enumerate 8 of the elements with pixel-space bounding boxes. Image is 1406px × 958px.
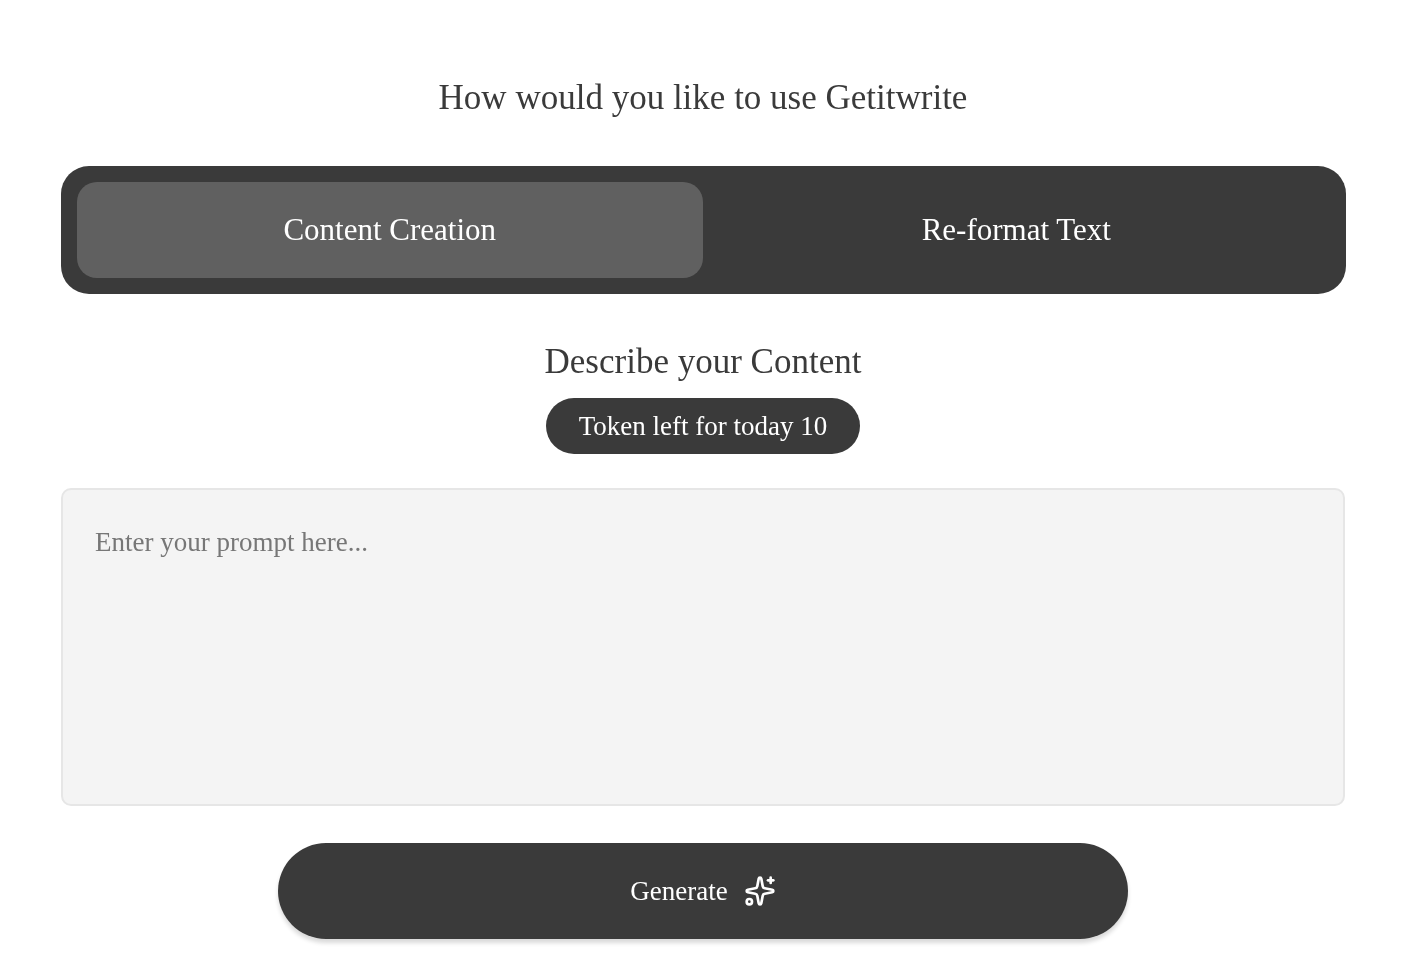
token-badge: Token left for today 10 [545,398,861,454]
page-heading: How would you like to use Getitwrite [438,77,968,119]
mode-tab[interactable]: Content Creation [76,182,703,278]
sparkles-icon [743,875,776,907]
mode-tab[interactable]: Re-format Text [703,182,1330,278]
generate-button[interactable]: Generate [278,843,1128,939]
prompt-field[interactable]: Enter your prompt here... [61,488,1345,806]
section-title: Describe your Content [544,341,862,383]
